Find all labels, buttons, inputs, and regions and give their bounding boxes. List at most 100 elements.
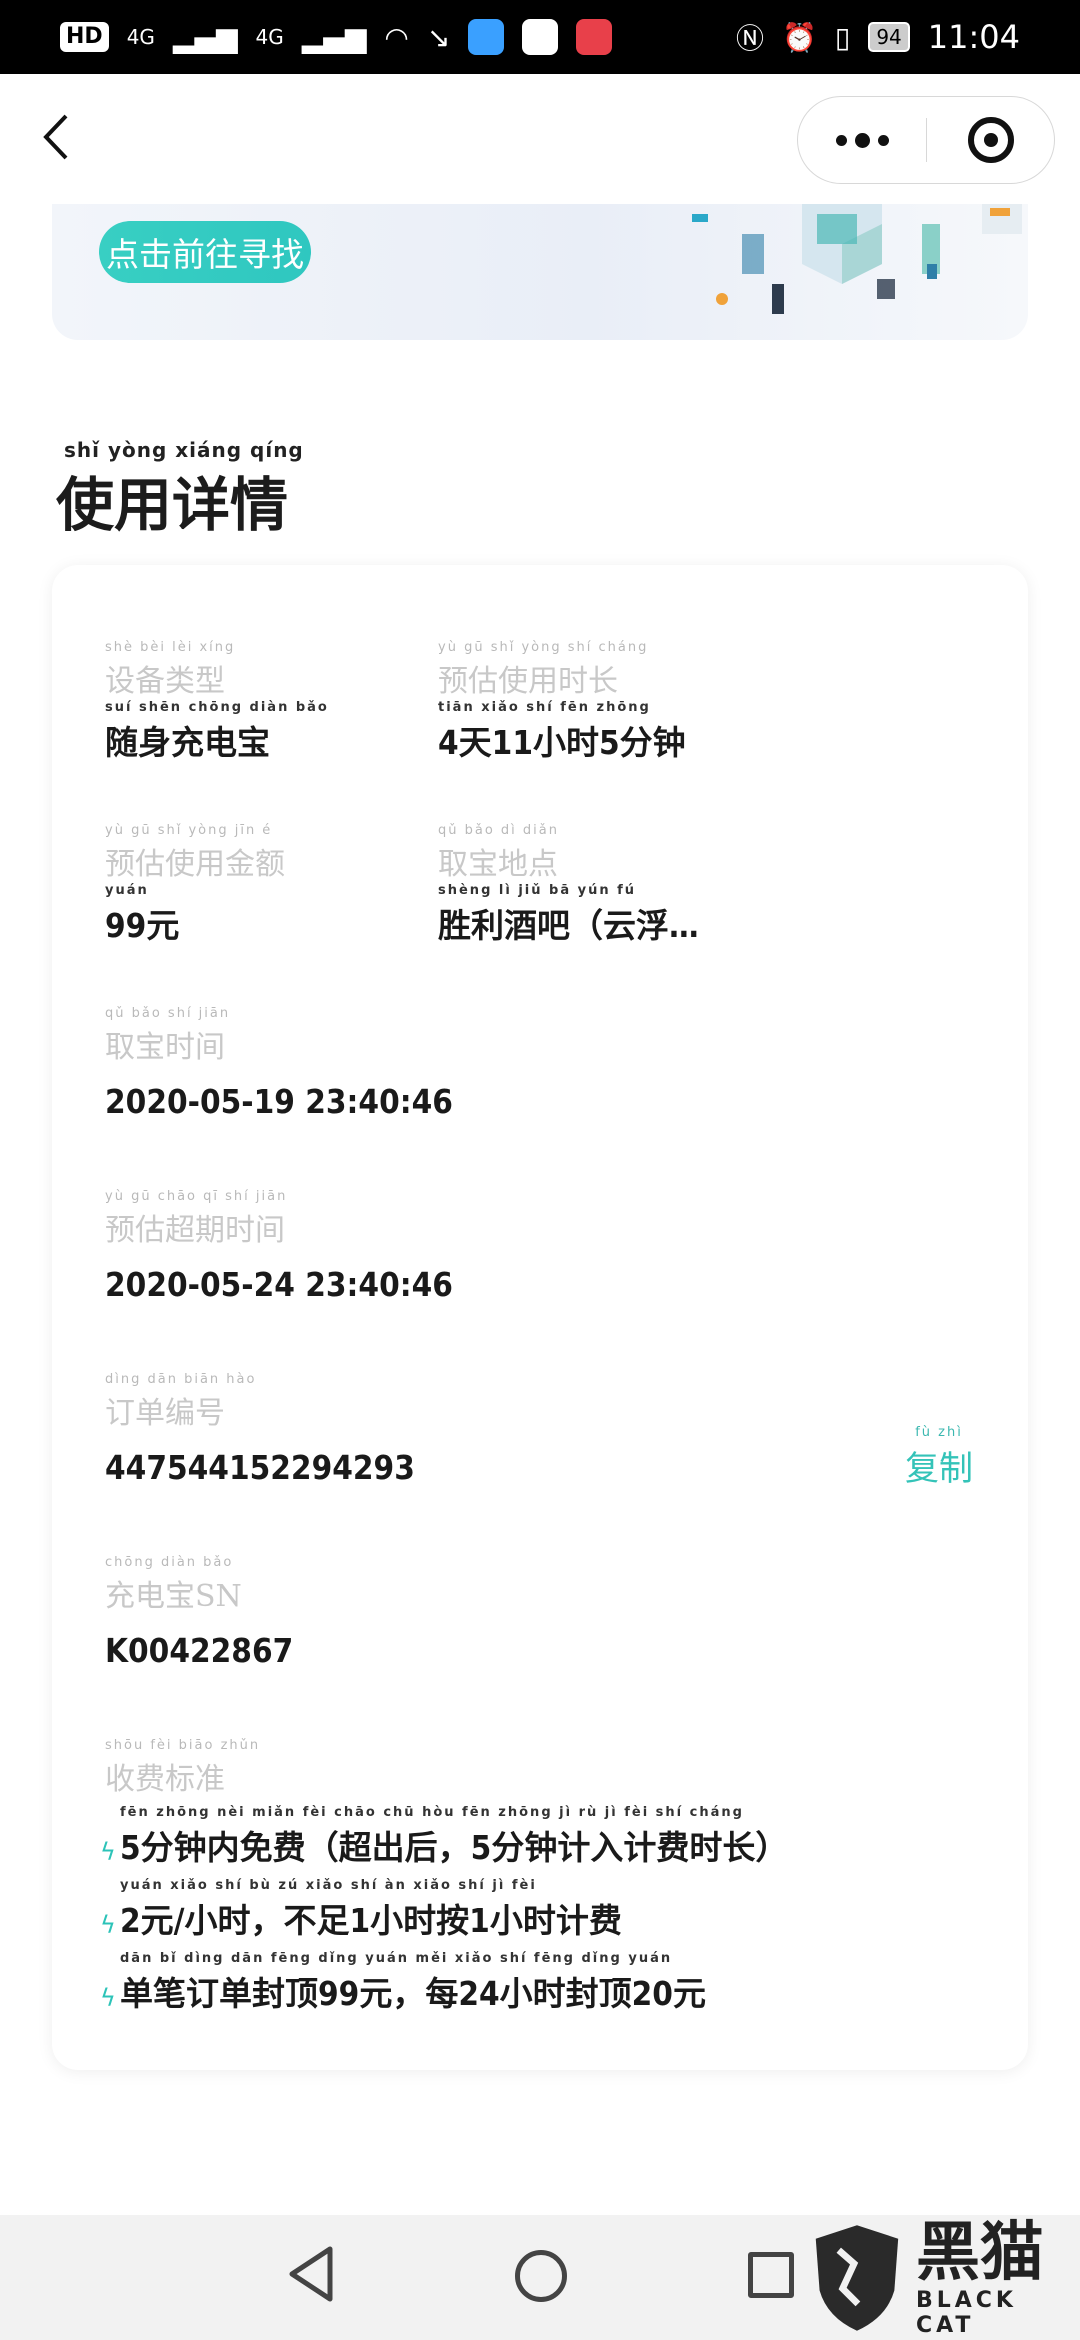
- pickup-location-value: 胜利酒吧（云浮…: [438, 906, 699, 945]
- lightning-icon: ϟ: [100, 1984, 116, 2012]
- order-number-label-pinyin: dìng dān biān hào: [105, 1372, 257, 1387]
- pickup-time-field: qǔ bǎo shí jiān 取宝时间 2020-05-19 23:40:46: [105, 1006, 453, 1121]
- promo-banner: 点击前往寻找: [52, 204, 1028, 340]
- book-app-icon: [576, 19, 613, 55]
- fee-rule-text: 2元/小时，不足1小时按1小时计费: [120, 1901, 622, 1940]
- pickup-location-label-pinyin: qǔ bǎo dì diǎn: [438, 823, 559, 838]
- fee-rule-item: ϟ fēn zhōng nèi miǎn fèi chāo chū hòu fē…: [100, 1805, 788, 1869]
- power-bank-sn-spacer: [105, 1615, 293, 1631]
- pickup-time-value: 2020-05-19 23:40:46: [105, 1082, 453, 1121]
- order-number-value: 447544152294293: [105, 1448, 415, 1487]
- est-duration-field: yù gū shǐ yòng shí cháng 预估使用时长 tiān xiǎ…: [438, 640, 686, 764]
- isometric-illustration: [692, 204, 1022, 314]
- fee-rule-text-wrap: dān bǐ dìng dān fēng dǐng yuán měi xiǎo …: [120, 1951, 706, 2015]
- watermark-text: 黑猫 BLACK CAT: [916, 2218, 1080, 2338]
- hd-badge: HD: [60, 22, 109, 52]
- est-overdue-field: yù gū chāo qī shí jiān 预估超期时间 2020-05-24…: [105, 1189, 453, 1304]
- est-overdue-label: 预估超期时间: [105, 1213, 285, 1248]
- fee-rule-pinyin: fēn zhōng nèi miǎn fèi chāo chū hòu fēn …: [120, 1805, 744, 1820]
- power-bank-sn-field: chōng diàn bǎo 充电宝SN K00422867: [105, 1555, 293, 1670]
- est-amount-value-pinyin: yuán: [105, 883, 149, 898]
- nav-back-button[interactable]: [286, 2245, 336, 2313]
- est-duration-value-pinyin: tiān xiǎo shí fēn zhōng: [438, 700, 651, 715]
- fee-rule-text: 5分钟内免费（超出后，5分钟计入计费时长）: [120, 1828, 789, 1867]
- more-button[interactable]: [798, 97, 926, 183]
- device-type-value-pinyin: suí shēn chōng diàn bǎo: [105, 700, 329, 715]
- est-amount-value: 99元: [105, 906, 180, 945]
- find-button[interactable]: 点击前往寻找: [99, 221, 311, 283]
- est-duration-label-pinyin: yù gū shǐ yòng shí cháng: [438, 640, 649, 655]
- power-bank-sn-label-pinyin: chōng diàn bǎo: [105, 1555, 234, 1570]
- nav-recents-button[interactable]: [748, 2252, 794, 2298]
- fee-rule-text-wrap: fēn zhōng nèi miǎn fèi chāo chū hòu fēn …: [120, 1805, 788, 1869]
- copy-button-pinyin: fù zhì: [915, 1425, 963, 1440]
- device-type-label-pinyin: shè bèi lèi xíng: [105, 640, 236, 655]
- pickup-location-value-pinyin: shèng lì jiǔ bā yún fú: [438, 883, 637, 898]
- vibrate-icon: ▯: [834, 20, 851, 54]
- fee-rule-pinyin: yuán xiǎo shí bù zú xiǎo shí àn xiǎo shí…: [120, 1878, 537, 1893]
- fee-rule-text: 单笔订单封顶99元，每24小时封顶20元: [120, 1974, 706, 2013]
- fee-standard-field: shōu fèi biāo zhǔn 收费标准: [105, 1738, 260, 1798]
- fee-rule-pinyin: dān bǐ dìng dān fēng dǐng yuán měi xiǎo …: [120, 1951, 673, 1966]
- nav-home-button[interactable]: [515, 2250, 567, 2302]
- lightning-icon: ϟ: [100, 1838, 116, 1866]
- more-dots-icon-center: [854, 132, 870, 148]
- status-left: HD 4G ▂▄▆ 4G ▂▄▆ ◠ ↘: [60, 19, 613, 55]
- chevron-left-icon: [43, 114, 68, 160]
- signal-bars-icon: ▂▄▆: [172, 20, 238, 54]
- power-bank-sn-value: K00422867: [105, 1631, 294, 1670]
- black-cat-logo-icon: [815, 2225, 899, 2331]
- close-button[interactable]: [927, 117, 1054, 163]
- order-number-label: 订单编号: [105, 1396, 225, 1431]
- watermark-en: BLACK CAT: [915, 2288, 1017, 2338]
- signal-bars-icon: ▂▄▆: [301, 20, 367, 54]
- detail-card: shè bèi lèi xíng 设备类型 suí shēn chōng dià…: [52, 565, 1028, 2070]
- fee-rule-text-wrap: yuán xiǎo shí bù zú xiǎo shí àn xiǎo shí…: [120, 1878, 622, 1942]
- battery-indicator: 94: [868, 22, 910, 52]
- est-duration-label: 预估使用时长: [438, 664, 618, 699]
- copy-button[interactable]: fù zhì 复制: [905, 1425, 973, 1490]
- fee-rule-item: ϟ dān bǐ dìng dān fēng dǐng yuán měi xiǎ…: [100, 1951, 706, 2015]
- mini-program-capsule: [797, 96, 1055, 184]
- more-dots-icon: [835, 134, 847, 146]
- watermark: 黑猫 BLACK CAT: [810, 2218, 1080, 2338]
- fee-standard-label: 收费标准: [105, 1762, 225, 1797]
- pickup-time-label-pinyin: qǔ bǎo shí jiān: [105, 1006, 231, 1021]
- app-notification-icon: [468, 19, 505, 55]
- est-amount-label-pinyin: yù gū shǐ yòng jīn é: [105, 823, 273, 838]
- est-duration-value: 4天11小时5分钟: [438, 723, 686, 762]
- alarm-icon: ⏰: [782, 20, 817, 54]
- wifi-icon: ◠: [384, 20, 409, 54]
- nfc-icon: Ⓝ: [736, 22, 765, 55]
- section-title: 使用详情: [56, 471, 289, 539]
- device-type-field: shè bèi lèi xíng 设备类型 suí shēn chōng dià…: [105, 640, 329, 764]
- hand-app-icon: [522, 19, 559, 55]
- est-overdue-label-pinyin: yù gū chāo qī shí jiān: [105, 1189, 288, 1204]
- order-number-field: dìng dān biān hào 订单编号 447544152294293: [105, 1372, 415, 1487]
- target-circle-icon: [967, 117, 1014, 163]
- lightning-icon: ϟ: [100, 1911, 116, 1939]
- back-button[interactable]: [40, 112, 90, 168]
- est-amount-label: 预估使用金额: [105, 847, 285, 882]
- pickup-location-label: 取宝地点: [438, 847, 558, 882]
- more-dots-icon-right: [877, 134, 889, 146]
- status-bar: HD 4G ▂▄▆ 4G ▂▄▆ ◠ ↘ Ⓝ ⏰ ▯ 94 11:04: [0, 0, 1080, 74]
- fee-standard-label-pinyin: shōu fèi biāo zhǔn: [105, 1738, 261, 1753]
- clock: 11:04: [927, 18, 1020, 56]
- triangle-back-icon: [289, 2246, 333, 2302]
- power-bank-sn-label: 充电宝SN: [105, 1579, 242, 1614]
- est-amount-field: yù gū shǐ yòng jīn é 预估使用金额 yuán 99元: [105, 823, 285, 947]
- missed-call-icon: ↘: [426, 20, 451, 54]
- nav-bar: [0, 74, 1080, 204]
- est-overdue-value: 2020-05-24 23:40:46: [105, 1265, 453, 1304]
- watermark-cn: 黑猫: [915, 2216, 1044, 2290]
- order-number-spacer: [105, 1432, 415, 1448]
- pickup-location-field: qǔ bǎo dì diǎn 取宝地点 shèng lì jiǔ bā yún …: [438, 823, 699, 947]
- signal-2-label: 4G: [255, 25, 284, 49]
- device-type-label: 设备类型: [105, 664, 225, 699]
- copy-button-label: 复制: [905, 1449, 973, 1489]
- pickup-time-spacer: [105, 1066, 453, 1082]
- device-type-value: 随身充电宝: [105, 723, 270, 762]
- status-right: Ⓝ ⏰ ▯ 94 11:04: [736, 17, 1020, 57]
- est-overdue-spacer: [105, 1249, 453, 1265]
